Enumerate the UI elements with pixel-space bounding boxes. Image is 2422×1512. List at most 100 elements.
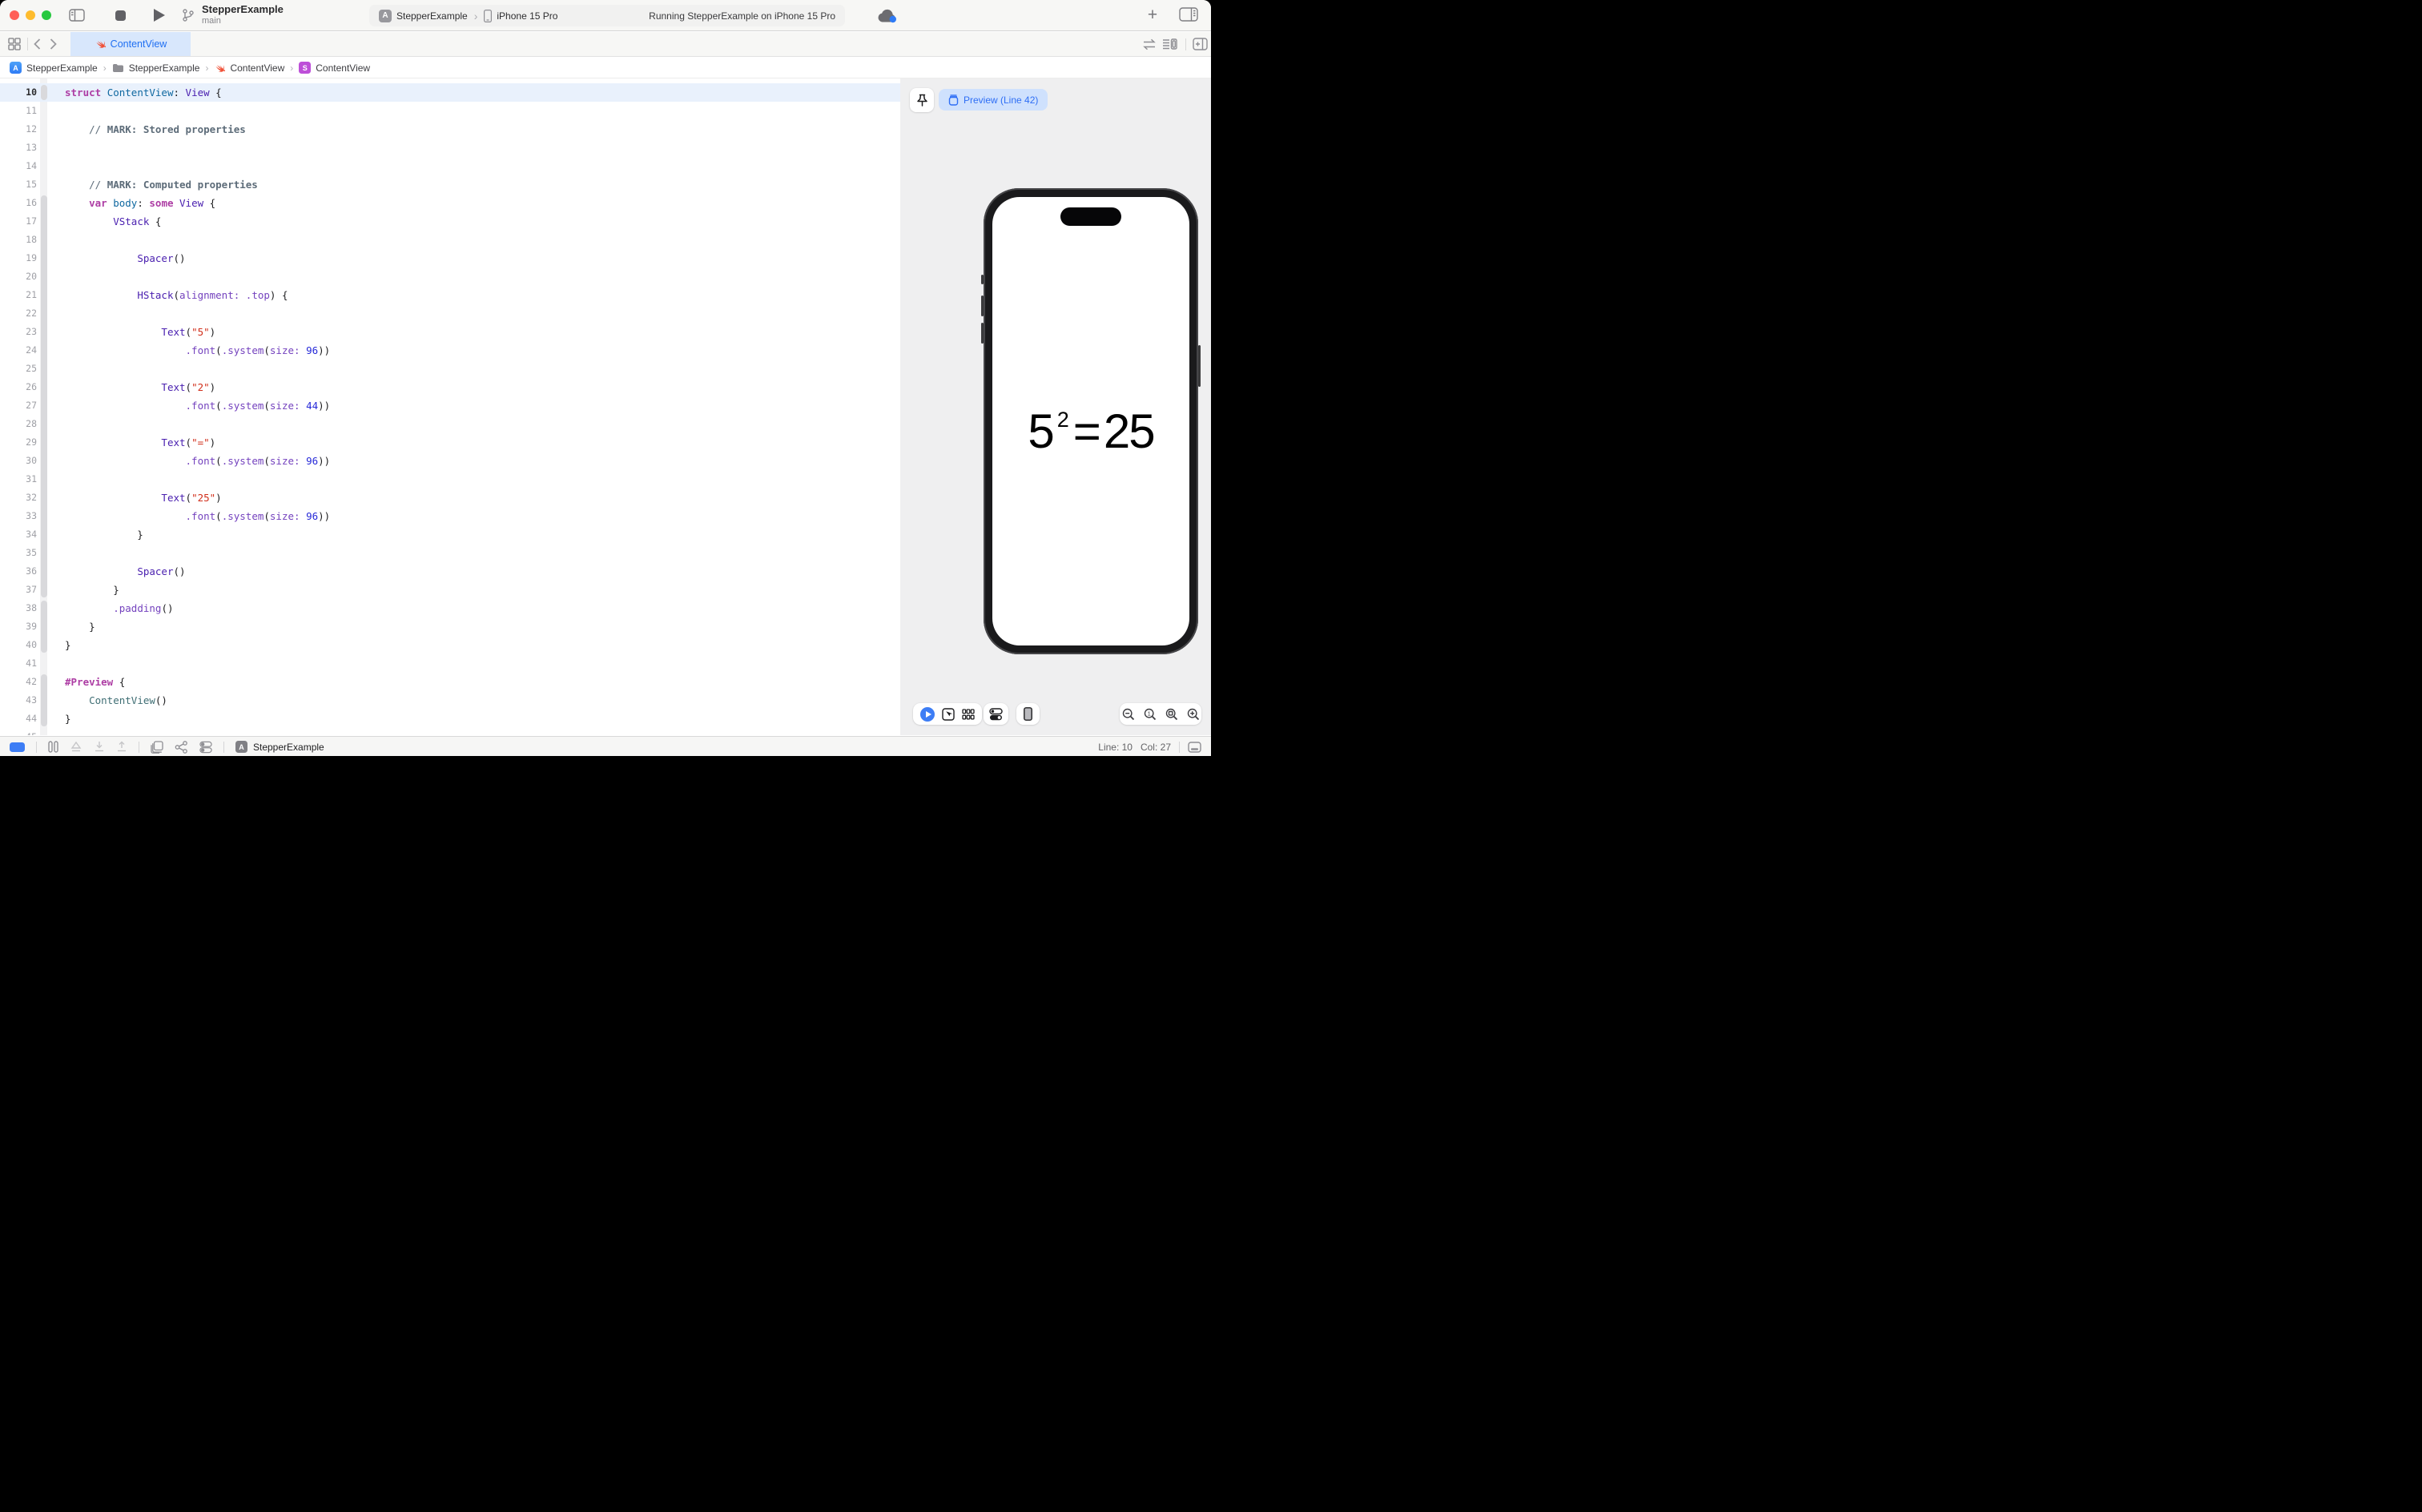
- running-app-indicator[interactable]: A StepperExample: [235, 741, 324, 753]
- code-editor[interactable]: 10 struct ContentView: View {11 12 // MARK…: [0, 78, 900, 735]
- code-line[interactable]: 14: [0, 157, 900, 175]
- toggle-right-sidebar-button[interactable]: [1179, 7, 1198, 22]
- layers-icon[interactable]: [151, 740, 163, 754]
- code-line[interactable]: 12 // MARK: Stored properties: [0, 120, 900, 139]
- code-line[interactable]: 43 ContentView(): [0, 691, 900, 710]
- code-line[interactable]: 13: [0, 139, 900, 157]
- run-button[interactable]: [154, 9, 165, 22]
- code-line[interactable]: 35: [0, 544, 900, 562]
- add-tab-button[interactable]: +: [1143, 4, 1162, 26]
- stop-button[interactable]: [115, 10, 126, 21]
- pin-preview-button[interactable]: [910, 88, 934, 112]
- code-line[interactable]: 44}: [0, 710, 900, 728]
- zoom-window-button[interactable]: [42, 10, 51, 20]
- breadcrumb-group[interactable]: StepperExample: [112, 62, 199, 74]
- navigate-forward-button[interactable]: [50, 38, 57, 50]
- line-number[interactable]: 41: [0, 654, 37, 673]
- code-line[interactable]: 37 }: [0, 581, 900, 599]
- device-screen[interactable]: 5 2 = 25: [992, 197, 1189, 645]
- breadcrumb-file[interactable]: ContentView: [214, 62, 284, 74]
- line-number[interactable]: 44: [0, 710, 37, 728]
- fold-ribbon-segment[interactable]: [40, 195, 47, 597]
- code-line[interactable]: 41: [0, 654, 900, 673]
- code-line[interactable]: 15 // MARK: Computed properties: [0, 175, 900, 194]
- line-number[interactable]: 20: [0, 267, 37, 286]
- zoom-in-button[interactable]: [1187, 708, 1200, 721]
- line-number[interactable]: 17: [0, 212, 37, 231]
- line-number[interactable]: 14: [0, 157, 37, 175]
- code-lines[interactable]: 10 struct ContentView: View {11 12 // MARK…: [0, 83, 900, 735]
- line-number[interactable]: 38: [0, 599, 37, 617]
- line-number[interactable]: 15: [0, 175, 37, 194]
- code-line[interactable]: 30 .font(.system(size: 96)): [0, 452, 900, 470]
- network-share-icon[interactable]: [175, 740, 188, 754]
- line-number[interactable]: 29: [0, 433, 37, 452]
- environment-overrides-icon[interactable]: [199, 741, 212, 754]
- line-number[interactable]: 31: [0, 470, 37, 489]
- line-number[interactable]: 45: [0, 728, 37, 735]
- line-number[interactable]: 40: [0, 636, 37, 654]
- line-number[interactable]: 13: [0, 139, 37, 157]
- code-line[interactable]: 21 HStack(alignment: .top) {: [0, 286, 900, 304]
- line-number[interactable]: 18: [0, 231, 37, 249]
- eject-icon[interactable]: [70, 741, 82, 753]
- code-line[interactable]: 10 struct ContentView: View {: [0, 83, 900, 102]
- line-number[interactable]: 21: [0, 286, 37, 304]
- code-line[interactable]: 11: [0, 102, 900, 120]
- preview-jump-button[interactable]: Preview (Line 42): [939, 89, 1048, 111]
- editor-options-button[interactable]: [1162, 38, 1177, 50]
- code-line[interactable]: 26 Text("2"): [0, 378, 900, 396]
- code-line[interactable]: 39 }: [0, 617, 900, 636]
- line-number[interactable]: 42: [0, 673, 37, 691]
- related-items-button[interactable]: [8, 38, 21, 50]
- code-line[interactable]: 33 .font(.system(size: 96)): [0, 507, 900, 525]
- code-line[interactable]: 25: [0, 360, 900, 378]
- zoom-fit-button[interactable]: [1165, 708, 1178, 721]
- code-line[interactable]: 28: [0, 415, 900, 433]
- preview-device-button[interactable]: [1016, 703, 1040, 725]
- columns-icon[interactable]: [48, 741, 58, 753]
- code-line[interactable]: 36 Spacer(): [0, 562, 900, 581]
- add-editor-button[interactable]: [1193, 38, 1208, 50]
- code-line[interactable]: 27 .font(.system(size: 44)): [0, 396, 900, 415]
- line-number[interactable]: 32: [0, 489, 37, 507]
- line-number[interactable]: 26: [0, 378, 37, 396]
- selectable-mode-button[interactable]: [942, 707, 955, 721]
- line-number[interactable]: 30: [0, 452, 37, 470]
- zoom-out-button[interactable]: [1122, 708, 1135, 721]
- live-preview-button[interactable]: [920, 706, 935, 722]
- bottom-panel-toggle-button[interactable]: [1188, 741, 1201, 753]
- line-number[interactable]: 12: [0, 120, 37, 139]
- line-number[interactable]: 24: [0, 341, 37, 360]
- fold-ribbon-segment[interactable]: [40, 601, 47, 653]
- code-line[interactable]: 18: [0, 231, 900, 249]
- minimize-window-button[interactable]: [26, 10, 35, 20]
- close-window-button[interactable]: [10, 10, 19, 20]
- breadcrumb-project[interactable]: A StepperExample: [10, 62, 98, 74]
- scheme-selector[interactable]: A StepperExample › iPhone 15 Pro Running…: [369, 5, 845, 26]
- code-line[interactable]: 34 }: [0, 525, 900, 544]
- code-line[interactable]: 29 Text("="): [0, 433, 900, 452]
- tab-contentview[interactable]: ContentView: [70, 32, 191, 56]
- code-line[interactable]: 16 var body: some View {: [0, 194, 900, 212]
- code-line[interactable]: 17 VStack {: [0, 212, 900, 231]
- line-number[interactable]: 35: [0, 544, 37, 562]
- line-number[interactable]: 43: [0, 691, 37, 710]
- breadcrumb-symbol[interactable]: S ContentView: [299, 62, 370, 74]
- code-line[interactable]: 24 .font(.system(size: 96)): [0, 341, 900, 360]
- line-number[interactable]: 23: [0, 323, 37, 341]
- code-line[interactable]: 20: [0, 267, 900, 286]
- code-line[interactable]: 23 Text("5"): [0, 323, 900, 341]
- code-line[interactable]: 40}: [0, 636, 900, 654]
- line-number[interactable]: 37: [0, 581, 37, 599]
- line-number[interactable]: 10: [0, 83, 37, 102]
- code-line[interactable]: 38 .padding(): [0, 599, 900, 617]
- iphone-preview-device[interactable]: 5 2 = 25: [981, 188, 1201, 654]
- code-line[interactable]: 45: [0, 728, 900, 735]
- line-number[interactable]: 16: [0, 194, 37, 212]
- line-number[interactable]: 11: [0, 102, 37, 120]
- swap-editor-button[interactable]: [1142, 38, 1157, 50]
- variants-grid-button[interactable]: [962, 708, 975, 720]
- step-down-icon[interactable]: [94, 741, 105, 753]
- line-number[interactable]: 34: [0, 525, 37, 544]
